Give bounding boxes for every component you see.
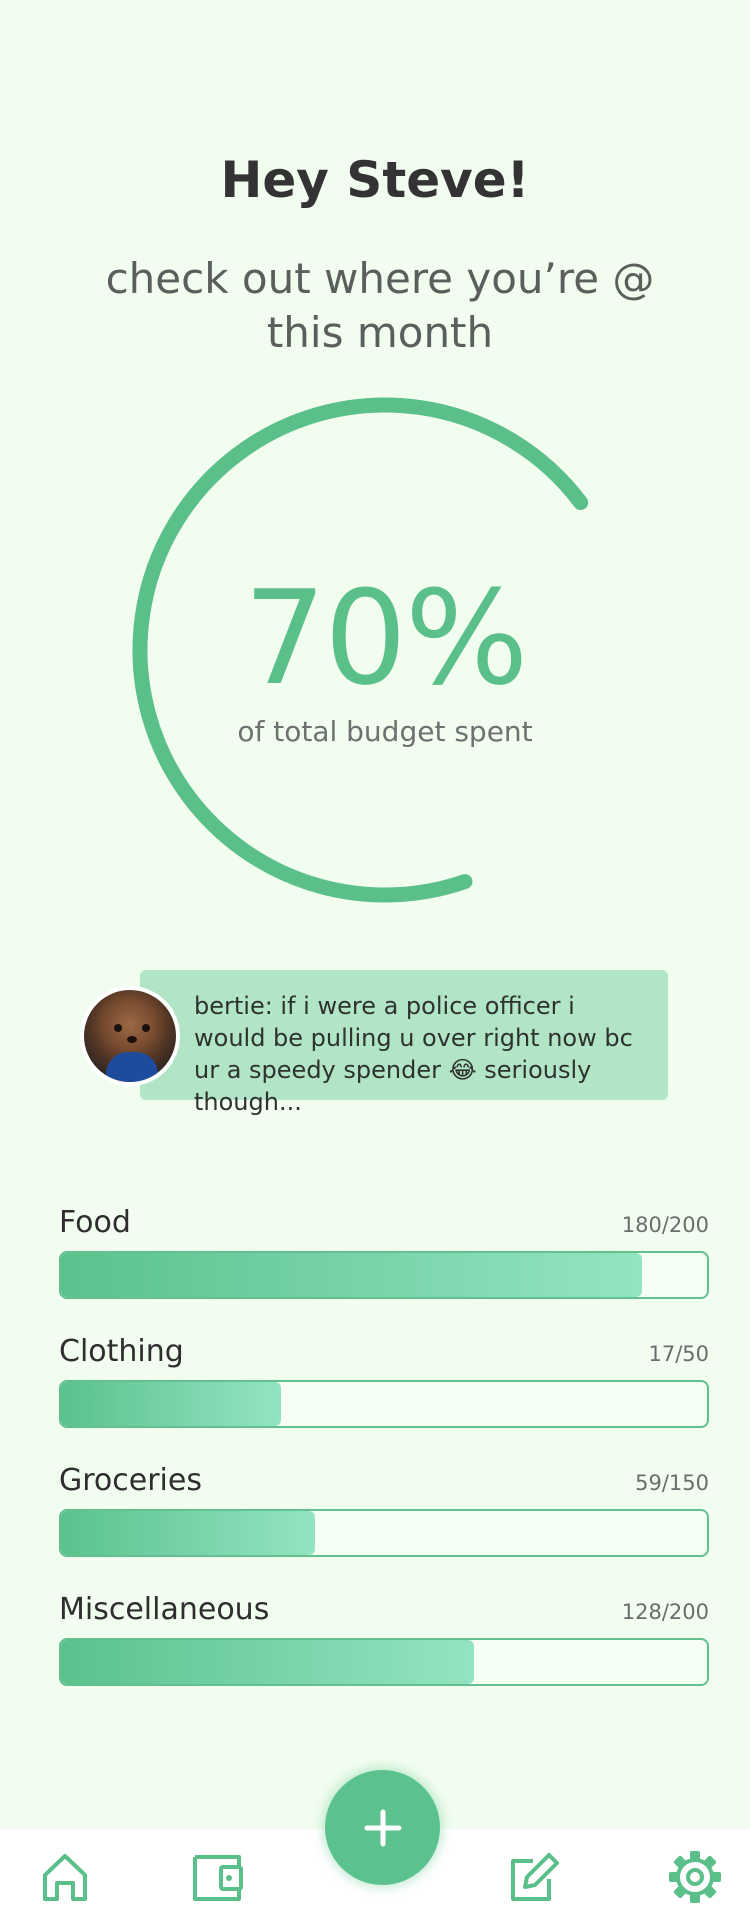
category-progress-fill (61, 1511, 316, 1555)
category-list: Food 180/200 Clothing 17/50 Groceries 59… (59, 1203, 709, 1719)
category-progress-bar (59, 1380, 709, 1428)
greeting-title: Hey Steve! (220, 151, 530, 209)
category-amount: 128/200 (621, 1600, 709, 1624)
plus-icon (364, 1809, 401, 1846)
category-progress-fill (61, 1640, 475, 1684)
category-progress-fill (61, 1382, 281, 1426)
category-miscellaneous[interactable]: Miscellaneous 128/200 (59, 1590, 709, 1719)
nav-wallet-button[interactable] (191, 1849, 247, 1905)
message-bubble: bertie: if i were a police officer i wou… (140, 970, 668, 1116)
category-progress-bar (59, 1509, 709, 1557)
category-name: Clothing (59, 1334, 184, 1369)
month-subtitle: check out where you’re @ this month (105, 254, 655, 357)
add-expense-button[interactable] (325, 1770, 440, 1885)
budget-percent: 70% (243, 562, 529, 714)
nav-home-button[interactable] (37, 1849, 93, 1905)
bertie-message: bertie: if i were a police officer i wou… (80, 970, 670, 1116)
budget-caption: of total budget spent (237, 715, 533, 748)
category-groceries[interactable]: Groceries 59/150 (59, 1461, 709, 1590)
category-amount: 59/150 (635, 1471, 709, 1495)
category-amount: 180/200 (621, 1213, 709, 1237)
nav-settings-button[interactable] (667, 1849, 723, 1905)
category-name: Miscellaneous (59, 1592, 270, 1627)
category-name: Groceries (59, 1463, 202, 1498)
category-progress-bar (59, 1251, 709, 1299)
message-text: bertie: if i were a police officer i wou… (194, 992, 633, 1116)
wallet-icon (193, 1855, 243, 1901)
edit-icon (511, 1853, 559, 1901)
avatar-shirt (106, 1052, 158, 1082)
home-icon (43, 1854, 87, 1901)
category-clothing[interactable]: Clothing 17/50 (59, 1332, 709, 1461)
category-name: Food (59, 1205, 131, 1240)
avatar-nose (127, 1036, 137, 1043)
gear-icon (669, 1851, 721, 1903)
category-food[interactable]: Food 180/200 (59, 1203, 709, 1332)
budget-progress-ring: 70% of total budget spent (130, 395, 640, 905)
avatar-eye-right (142, 1024, 150, 1032)
category-progress-bar (59, 1638, 709, 1686)
category-amount: 17/50 (648, 1342, 709, 1366)
hamster-avatar (80, 986, 180, 1086)
nav-edit-button[interactable] (505, 1849, 561, 1905)
avatar-eye-left (114, 1024, 122, 1032)
category-progress-fill (61, 1253, 643, 1297)
